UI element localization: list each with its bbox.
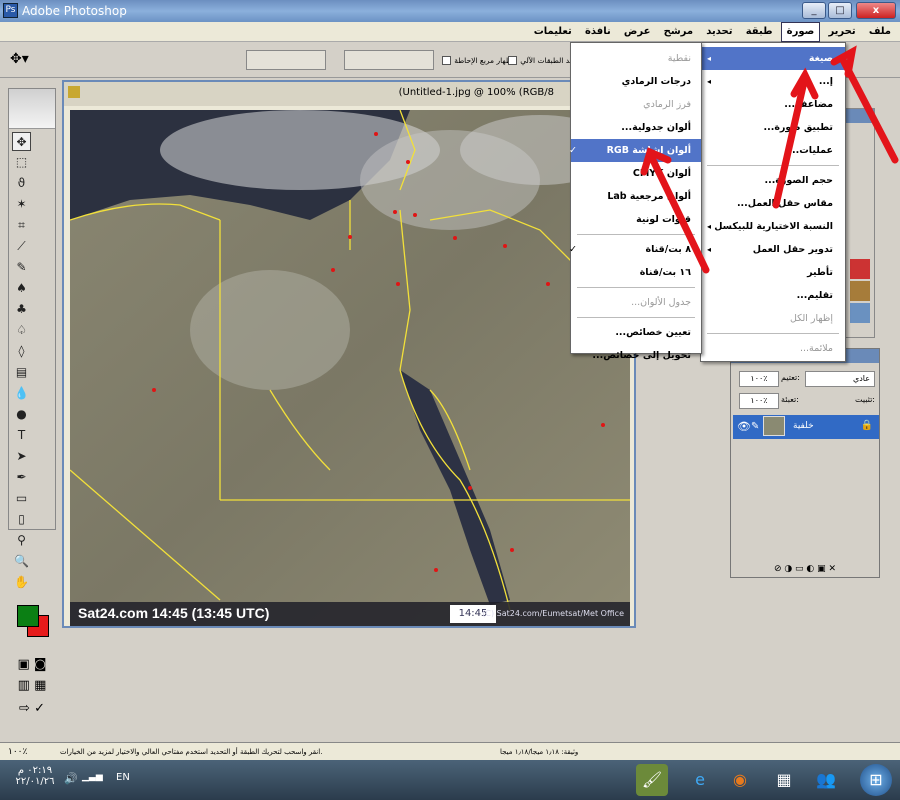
arrow-to-mode-item	[772, 78, 808, 209]
clock-time: ٠٢:١٩ م	[17, 765, 53, 776]
ie-taskbar-icon[interactable]: e	[684, 764, 716, 796]
status-bar: ١٠٠٪ انقر واسحب لتحريك الطبقة أو التحديد…	[0, 742, 900, 760]
network-icon[interactable]: ▁▃▅	[82, 772, 103, 782]
zoom-level[interactable]: ١٠٠٪	[8, 743, 27, 761]
foreground-color-swatch[interactable]	[17, 605, 39, 627]
start-button[interactable]: ⊞	[860, 764, 892, 796]
doc-size[interactable]: وثيقة: ١٫١٨ ميجا/١٫١٨ ميجا	[500, 743, 578, 761]
photoshop-taskbar-icon[interactable]: 🖌	[636, 764, 668, 796]
clock[interactable]: ٠٢:١٩ م ٢٢/٠١/٢٦	[10, 765, 60, 787]
clock-date: ٢٢/٠١/٢٦	[15, 776, 55, 787]
arrow-to-rgb-item	[648, 154, 710, 274]
taskbar: ٠٢:١٩ م ٢٢/٠١/٢٦ 🔊 ▁▃▅ EN 🖌 e ◉ ▦ 👥 ⊞	[0, 760, 900, 800]
firefox-taskbar-icon[interactable]: ◉	[724, 764, 756, 796]
notes-taskbar-icon[interactable]: ▦	[768, 764, 800, 796]
users-taskbar-icon[interactable]: 👥	[810, 764, 842, 796]
annotation-arrows	[640, 45, 899, 274]
volume-icon[interactable]: 🔊	[64, 772, 78, 785]
status-hint: انقر واسحب لتحريك الطبقة أو التحديد استخ…	[60, 748, 323, 756]
language-indicator[interactable]: EN	[116, 772, 130, 783]
